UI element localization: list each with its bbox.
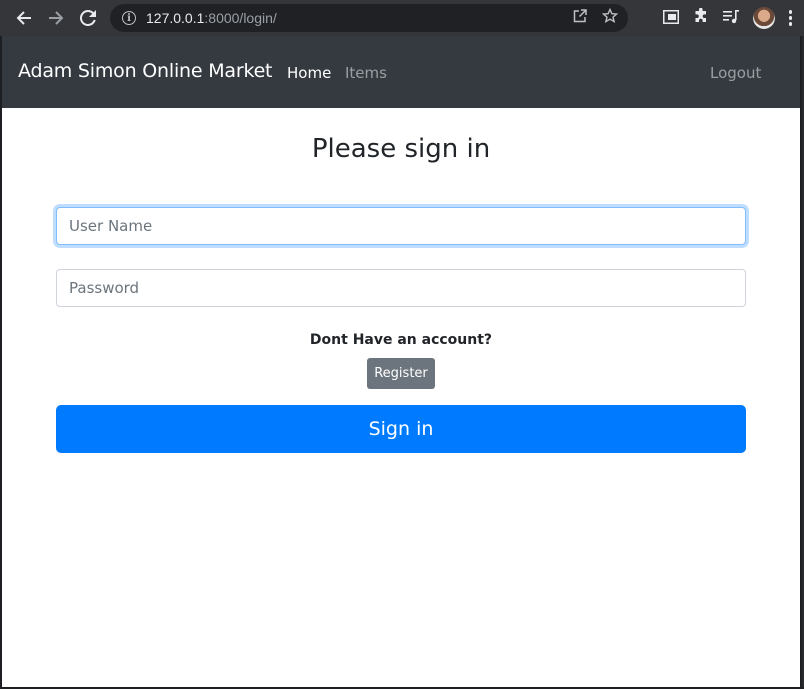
url-path: :8000/login/: [204, 10, 277, 26]
page-viewport: Adam Simon Online Market Home Items Logo…: [2, 36, 800, 687]
sidebar-icon[interactable]: [662, 9, 679, 28]
share-icon[interactable]: [572, 8, 588, 28]
bookmark-star-icon[interactable]: [601, 7, 619, 28]
nav-link-items[interactable]: Items: [345, 64, 387, 82]
brand-link[interactable]: Adam Simon Online Market: [18, 60, 273, 82]
register-button[interactable]: Register: [367, 358, 435, 389]
omnibox-actions: [572, 4, 619, 32]
toolbar-icons: [662, 0, 792, 36]
media-queue-icon[interactable]: [722, 9, 739, 28]
extensions-icon[interactable]: [693, 7, 709, 28]
page-title: Please sign in: [311, 134, 491, 164]
url-text: 127.0.0.1:8000/login/: [146, 10, 277, 26]
menu-kebab-icon[interactable]: [788, 10, 792, 26]
address-bar[interactable]: i 127.0.0.1:8000/login/: [110, 4, 628, 32]
username-input[interactable]: [56, 207, 746, 245]
sign-in-button[interactable]: Sign in: [56, 405, 746, 453]
password-input[interactable]: [56, 269, 746, 307]
back-icon[interactable]: [8, 0, 40, 36]
browser-toolbar: i 127.0.0.1:8000/login/: [0, 0, 804, 36]
profile-avatar[interactable]: [752, 7, 775, 29]
site-info-icon[interactable]: i: [122, 11, 136, 25]
reload-icon[interactable]: [72, 0, 104, 36]
site-navbar: Adam Simon Online Market Home Items Logo…: [2, 36, 800, 108]
url-host: 127.0.0.1: [146, 10, 205, 26]
account-prompt: Dont Have an account?: [309, 332, 493, 348]
nav-link-logout[interactable]: Logout: [710, 64, 761, 82]
nav-link-home[interactable]: Home: [287, 64, 331, 82]
forward-icon[interactable]: [40, 0, 72, 36]
